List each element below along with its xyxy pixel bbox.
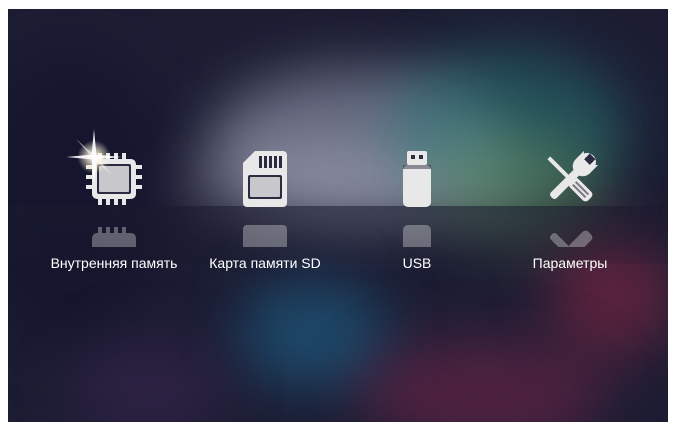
background-glow bbox=[238, 279, 388, 389]
menu-item-label: Внутренняя память bbox=[50, 255, 178, 271]
icon-reflection bbox=[538, 221, 602, 247]
settings-tools-icon bbox=[538, 147, 602, 211]
background-glow bbox=[358, 339, 608, 422]
menu-item-label: USB bbox=[402, 255, 432, 271]
internal-memory-chip-icon bbox=[82, 147, 146, 211]
menu-item-internal-memory[interactable]: Внутренняя память bbox=[39, 147, 189, 287]
background-glow bbox=[68, 339, 228, 422]
usb-drive-icon bbox=[385, 147, 449, 211]
menu-item-sd-card[interactable]: Карта памяти SD bbox=[190, 147, 340, 287]
media-home-screen: Внутренняя память Карта памяти SD USB Па… bbox=[8, 9, 668, 422]
icon-reflection bbox=[385, 221, 449, 247]
menu-item-usb[interactable]: USB bbox=[342, 147, 492, 287]
menu-item-label: Карта памяти SD bbox=[209, 255, 321, 271]
menu-item-label: Параметры bbox=[532, 255, 608, 271]
window-frame: Внутренняя память Карта памяти SD USB Па… bbox=[0, 0, 676, 428]
icon-reflection bbox=[233, 221, 297, 247]
sd-card-icon bbox=[233, 147, 297, 211]
menu-item-settings[interactable]: Параметры bbox=[495, 147, 645, 287]
icon-reflection bbox=[82, 221, 146, 247]
